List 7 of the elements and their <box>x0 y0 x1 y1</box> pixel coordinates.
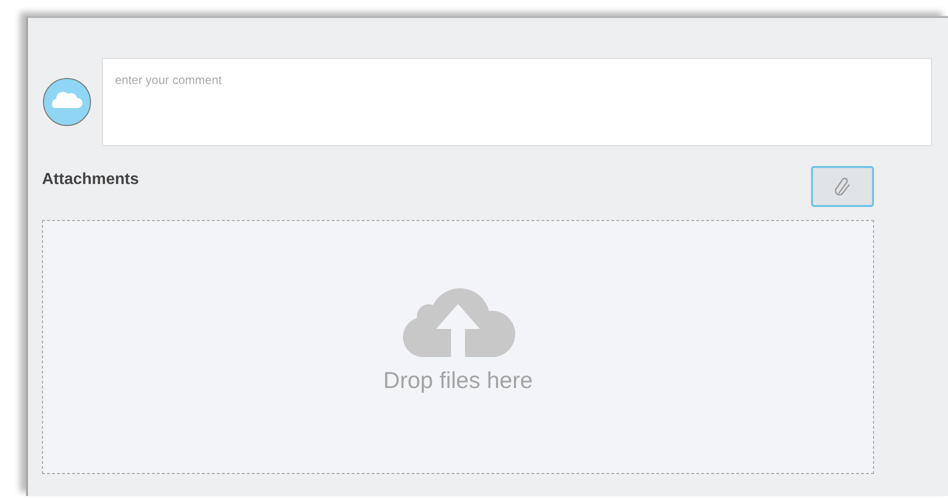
attach-button[interactable] <box>811 166 874 207</box>
comment-field[interactable]: enter your comment <box>102 58 932 146</box>
avatar-icon <box>42 77 92 127</box>
attachments-label: Attachments <box>42 170 139 188</box>
drop-zone[interactable]: Drop files here <box>42 220 874 474</box>
drop-hint: Drop files here <box>383 367 533 394</box>
paperclip-icon <box>834 176 852 198</box>
